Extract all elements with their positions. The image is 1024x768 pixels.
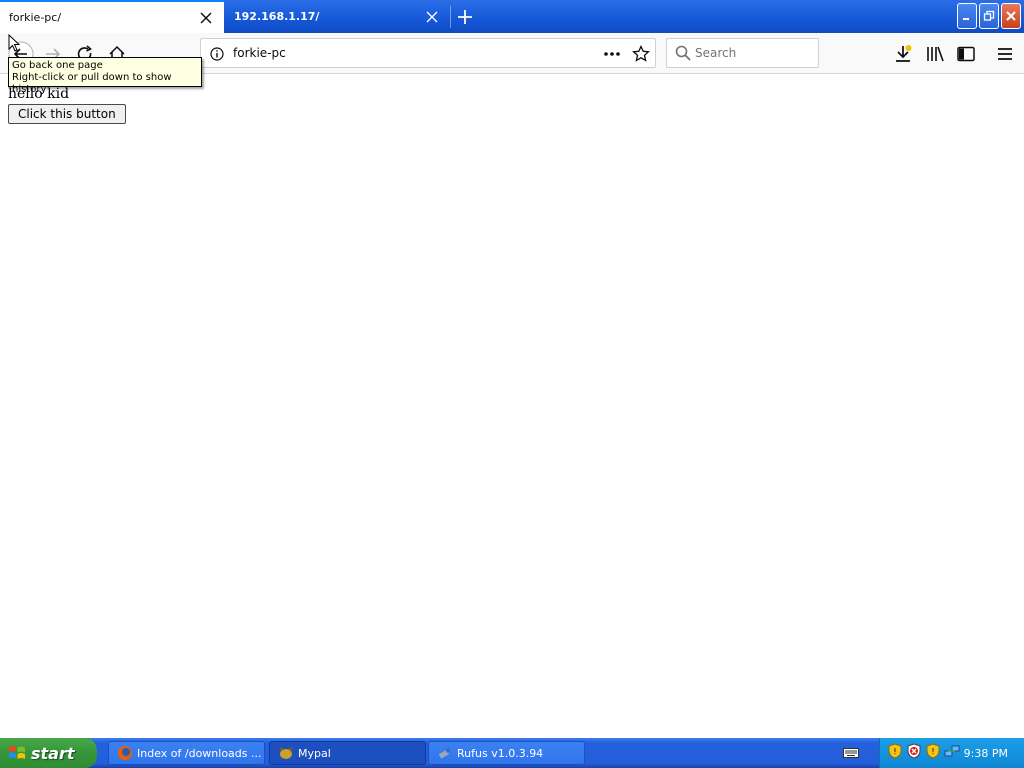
new-tab-button[interactable] — [452, 4, 478, 30]
downloads-button[interactable] — [890, 41, 916, 67]
clock: 9:38 PM — [963, 746, 1008, 760]
search-box[interactable] — [666, 38, 819, 68]
tab-title: 192.168.1.17/ — [234, 10, 320, 23]
keyboard-icon[interactable] — [843, 745, 859, 764]
url-bar[interactable]: forkie-pc — [200, 38, 656, 68]
close-window-button[interactable] — [1001, 3, 1021, 29]
windows-logo-icon — [9, 746, 25, 759]
tab-separator — [450, 6, 451, 28]
taskbar-item-rufus[interactable]: Rufus v1.0.3.94 — [428, 741, 585, 765]
search-input[interactable] — [695, 45, 813, 61]
search-icon — [675, 45, 691, 65]
taskbar-item-label: Index of /downloads ... — [137, 746, 262, 760]
url-text: forkie-pc — [233, 46, 286, 60]
security-shield-icon[interactable]: ! — [888, 743, 902, 763]
taskbar-item-label: Rufus v1.0.3.94 — [457, 746, 544, 760]
back-button-tooltip: Go back one page Right-click or pull dow… — [8, 57, 202, 95]
start-label: start — [31, 743, 75, 763]
click-this-button[interactable]: Click this button — [8, 104, 126, 124]
tab-title: forkie-pc/ — [9, 11, 62, 24]
library-button[interactable] — [922, 41, 948, 67]
svg-text:!: ! — [931, 747, 934, 756]
taskbar-item-mypal[interactable]: Mypal — [269, 741, 426, 765]
tooltip-line-2: Right-click or pull down to show history — [12, 72, 172, 95]
firefox-icon — [117, 745, 133, 761]
tooltip-line-1: Go back one page — [12, 60, 103, 71]
network-icon[interactable] — [944, 743, 960, 763]
taskbar-item-index-downloads[interactable]: Index of /downloads ... — [108, 741, 265, 765]
window-controls — [957, 3, 1021, 29]
page-actions-icon[interactable] — [603, 46, 621, 65]
mouse-cursor-icon — [8, 34, 20, 52]
restore-button[interactable] — [979, 3, 999, 29]
tab-192-168-1-17[interactable]: 192.168.1.17/ — [224, 0, 450, 33]
svg-text:!: ! — [893, 747, 896, 756]
tab-forkie-pc[interactable]: forkie-pc/ — [0, 0, 224, 33]
info-icon[interactable] — [210, 46, 224, 65]
start-button[interactable]: start — [0, 738, 97, 768]
minimize-button[interactable] — [957, 3, 977, 29]
taskbar: start Index of /downloads ... Mypal Rufu… — [0, 738, 1024, 768]
taskbar-item-label: Mypal — [298, 746, 331, 760]
sidebar-button[interactable] — [953, 41, 979, 67]
warning-shield-icon[interactable]: ! — [926, 743, 940, 763]
mypal-icon — [278, 745, 294, 761]
bookmark-star-icon[interactable] — [632, 44, 650, 67]
security-alert-icon[interactable] — [906, 743, 922, 763]
screen: forkie-pc/ 192.168.1.17/ forkie-pc Searc… — [0, 0, 1024, 768]
close-tab-icon[interactable] — [194, 6, 218, 30]
rufus-icon — [437, 745, 453, 761]
close-tab-icon[interactable] — [420, 5, 444, 29]
tab-bar: forkie-pc/ 192.168.1.17/ — [0, 0, 1024, 33]
system-tray: ! ! 9:38 PM — [879, 738, 1024, 768]
menu-hamburger-icon[interactable] — [992, 41, 1018, 67]
